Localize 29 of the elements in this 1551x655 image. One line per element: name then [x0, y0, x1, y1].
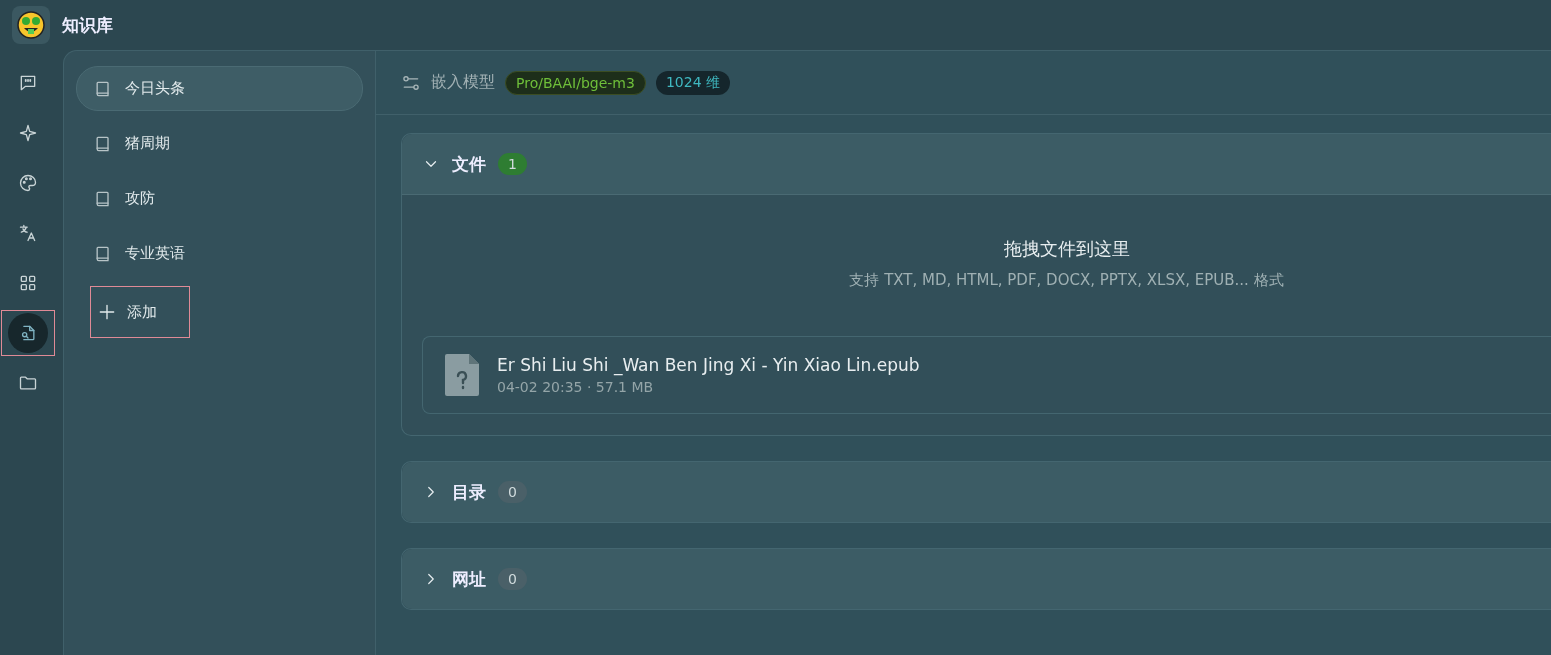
knowledge-base-item[interactable]: 猪周期	[76, 121, 363, 166]
section-header[interactable]: 目录 0	[402, 462, 1551, 522]
app-title: 知识库	[62, 13, 113, 37]
section-header[interactable]: 文件 1	[402, 134, 1551, 195]
file-name: Er Shi Liu Shi _Wan Ben Jing Xi - Yin Xiao Lin.epub	[497, 355, 920, 375]
knowledge-base-item[interactable]: 攻防	[76, 176, 363, 221]
section-title: 文件	[452, 152, 486, 176]
plus-icon	[97, 302, 117, 322]
palette-icon	[17, 173, 38, 193]
knowledge-base-item[interactable]: 今日头条	[76, 66, 363, 111]
section-title: 网址	[452, 567, 486, 591]
file-item[interactable]: Er Shi Liu Shi _Wan Ben Jing Xi - Yin Xiao Lin.epub 04-02 20:35 · 57.1 MB	[422, 336, 1551, 414]
nav-button[interactable]	[7, 313, 48, 353]
toolbar-label: 嵌入模型	[431, 72, 495, 93]
dimension-tag: 1024 维	[655, 70, 730, 95]
file-meta: 04-02 20:35 · 57.1 MB	[497, 379, 655, 395]
count-badge: 1	[498, 153, 527, 175]
model-tag: Pro/BAAI/bge-m3	[505, 70, 646, 95]
sparkle-icon	[17, 123, 38, 143]
unknown-file-icon	[445, 354, 479, 396]
knowledge-base-item[interactable]: 专业英语	[76, 231, 363, 276]
dropzone-title: 拖拽文件到这里	[1003, 237, 1130, 261]
count-badge: 0	[498, 481, 527, 503]
section-header[interactable]: 网址 0	[402, 549, 1551, 609]
section-title: 目录	[452, 480, 486, 504]
add-button[interactable]: 添加	[90, 286, 190, 338]
translate-icon	[17, 223, 38, 243]
count-badge: 0	[498, 568, 527, 590]
dropzone-hint: 支持 TXT, MD, HTML, PDF, DOCX, PPTX, XLSX, EPUB... 格式	[849, 271, 1284, 290]
